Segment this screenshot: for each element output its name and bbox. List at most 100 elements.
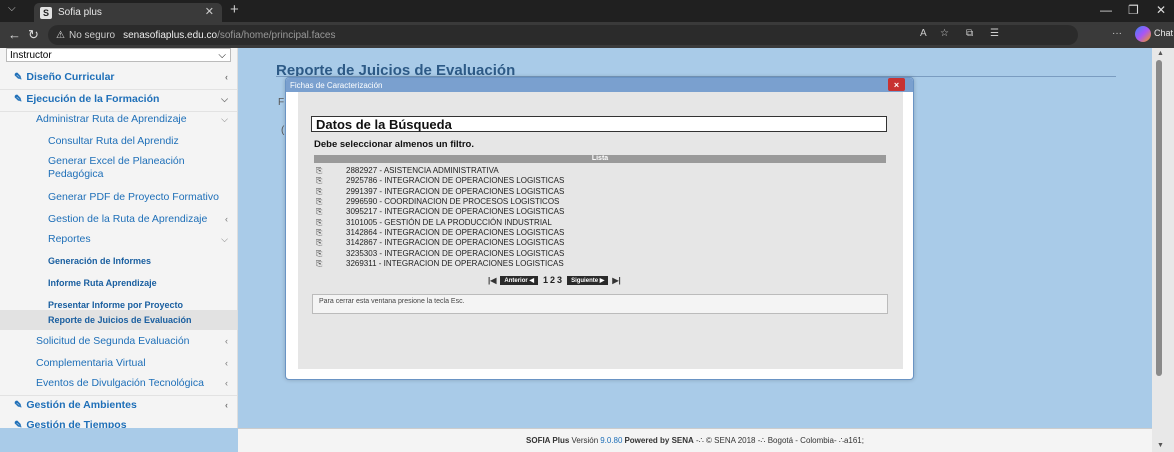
- sidebar-item-complementaria-virtual[interactable]: Complementaria Virtual ‹: [0, 354, 237, 372]
- list-item[interactable]: ⎘ 2996590 - COORDINACION DE PROCESOS LOGI…: [316, 197, 560, 207]
- modal-header[interactable]: Fichas de Caracterización: [286, 78, 913, 92]
- select-record-icon[interactable]: ⎘: [316, 238, 328, 248]
- list-item[interactable]: ⎘ 2882927 - ASISTENCIA ADMINISTRATIVA: [316, 166, 499, 176]
- scrollbar-thumb[interactable]: [1156, 60, 1162, 376]
- sidebar: Instructor ⌵ ✎ Diseño Curricular ‹ ✎ Eje…: [0, 48, 238, 428]
- chevron-down-icon: ⌵: [221, 93, 228, 104]
- last-page-icon[interactable]: ▶|: [612, 276, 620, 285]
- restore-icon[interactable]: ❐: [1128, 3, 1139, 17]
- sidebar-item-gestion-ruta[interactable]: Gestion de la Ruta de Aprendizaje ‹: [0, 210, 237, 228]
- select-record-icon[interactable]: ⎘: [316, 228, 328, 238]
- sidebar-item-generar-pdf[interactable]: Generar PDF de Proyecto Formativo: [0, 188, 237, 206]
- list-item-label: 2991397 - INTEGRACION DE OPERACIONES LOG…: [346, 187, 565, 196]
- favorite-icon[interactable]: ☆: [940, 28, 949, 39]
- list-item[interactable]: ⎘ 3142867 - INTEGRACION DE OPERACIONES LO…: [316, 238, 565, 248]
- edit-icon: ✎: [14, 419, 23, 429]
- sidebar-item-generar-excel[interactable]: Generar Excel de Planeación Pedagógica: [0, 154, 237, 182]
- sidebar-item-segunda-evaluacion[interactable]: Solicitud de Segunda Evaluación ‹: [0, 332, 237, 350]
- sidebar-item-label: Generación de Informes: [48, 256, 152, 266]
- footer-version[interactable]: 9.0.80: [600, 436, 622, 445]
- refresh-icon[interactable]: ↻: [28, 27, 39, 43]
- window-close-icon[interactable]: ✕: [1156, 3, 1166, 17]
- sidebar-item-gestion-ambientes[interactable]: ✎ Gestión de Ambientes ‹: [0, 396, 237, 414]
- back-icon[interactable]: ←: [8, 27, 21, 42]
- sidebar-item-eventos-divulgacion[interactable]: Eventos de Divulgación Tecnológica ‹: [0, 374, 237, 392]
- scroll-down-icon[interactable]: ▼: [1157, 442, 1164, 449]
- first-page-icon[interactable]: |◀: [488, 276, 496, 285]
- list-item[interactable]: ⎘ 3101005 - GESTIÓN DE LA PRODUCCIÓN INDU…: [316, 218, 552, 228]
- list-item-label: 3269311 - INTEGRACION DE OPERACIONES LOG…: [346, 259, 564, 268]
- page: Instructor ⌵ ✎ Diseño Curricular ‹ ✎ Eje…: [0, 48, 1174, 452]
- collections-icon[interactable]: ☰: [990, 28, 999, 39]
- sidebar-item-administrar-ruta[interactable]: Administrar Ruta de Aprendizaje ⌵: [0, 110, 237, 128]
- select-record-icon[interactable]: ⎘: [316, 218, 328, 228]
- prev-page-button[interactable]: Anterior ◀: [500, 275, 539, 285]
- select-record-icon[interactable]: ⎘: [316, 176, 328, 186]
- sidebar-item-reportes[interactable]: Reportes ⌵: [0, 230, 237, 248]
- chevron-left-icon: ‹: [225, 378, 228, 388]
- footer-version-label: Versión: [571, 436, 599, 445]
- sidebar-item-label: Ejecución de la Formación: [26, 93, 160, 105]
- list-item-label: 3142867 - INTEGRACION DE OPERACIONES LOG…: [346, 238, 565, 247]
- page-link[interactable]: 2: [550, 275, 555, 285]
- page-link[interactable]: 3: [557, 275, 562, 285]
- list-item-label: 2996590 - COORDINACION DE PROCESOS LOGIS…: [346, 197, 560, 206]
- sidebar-item-label: Eventos de Divulgación Tecnológica: [36, 377, 204, 389]
- url-path: /sofia/home/principal.faces: [217, 29, 336, 41]
- read-aloud-icon[interactable]: A: [920, 28, 927, 39]
- list-header: Lista: [314, 155, 886, 163]
- sidebar-item-label: Generar PDF de Proyecto Formativo: [48, 191, 219, 203]
- tab-close-icon[interactable]: ✕: [205, 5, 214, 18]
- sidebar-item-ejecucion-formacion[interactable]: ✎ Ejecución de la Formación ⌵: [0, 90, 237, 108]
- split-screen-icon[interactable]: ⧉: [966, 28, 973, 39]
- sidebar-item-label: Gestion de la Ruta de Aprendizaje: [48, 213, 208, 225]
- list-item[interactable]: ⎘ 2925786 - INTEGRACION DE OPERACIONES LO…: [316, 176, 564, 186]
- url-host: senasofiaplus.edu.co: [123, 29, 218, 41]
- new-tab-icon[interactable]: +: [230, 1, 239, 18]
- chevron-left-icon: ‹: [225, 72, 228, 82]
- chat-label[interactable]: Chat: [1154, 28, 1173, 38]
- chevron-down-icon: ⌵: [218, 49, 226, 61]
- sidebar-item-generacion-informes[interactable]: Generación de Informes: [0, 252, 237, 270]
- chevron-down-icon: ⌵: [221, 113, 228, 124]
- scroll-up-icon[interactable]: ▲: [1157, 50, 1164, 57]
- tab-title: Sofia plus: [58, 7, 102, 18]
- page-link[interactable]: 1: [543, 275, 548, 285]
- more-icon[interactable]: ···: [1112, 28, 1122, 39]
- copilot-icon[interactable]: [1135, 26, 1151, 42]
- list-item[interactable]: ⎘ 2991397 - INTEGRACION DE OPERACIONES LO…: [316, 187, 565, 197]
- list-item-label: 3101005 - GESTIÓN DE LA PRODUCCIÓN INDUS…: [346, 218, 552, 227]
- pager: |◀ Anterior ◀ 1 2 3 Siguiente ▶ ▶|: [488, 275, 621, 285]
- list-item-label: 3095217 - INTEGRACION DE OPERACIONES LOG…: [346, 207, 565, 216]
- sidebar-item-informe-ruta[interactable]: Informe Ruta Aprendizaje: [0, 274, 237, 292]
- sidebar-item-label: Solicitud de Segunda Evaluación: [36, 335, 190, 347]
- list-item[interactable]: ⎘ 3142864 - INTEGRACION DE OPERACIONES LO…: [316, 228, 564, 238]
- sidebar-item-gestion-tiempos[interactable]: ✎ Gestión de Tiempos: [0, 418, 237, 429]
- select-record-icon[interactable]: ⎘: [316, 197, 328, 207]
- sidebar-item-label: Informe Ruta Aprendizaje: [48, 278, 157, 288]
- select-record-icon[interactable]: ⎘: [316, 249, 328, 259]
- tab-actions-icon[interactable]: ⌵: [8, 3, 16, 14]
- select-record-icon[interactable]: ⎘: [316, 166, 328, 176]
- list-item[interactable]: ⎘ 3095217 - INTEGRACION DE OPERACIONES LO…: [316, 207, 565, 217]
- sidebar-item-label: Administrar Ruta de Aprendizaje: [36, 113, 187, 125]
- browser-tabbar: ⌵ S Sofia plus ✕ + — ❐ ✕: [0, 0, 1174, 22]
- select-record-icon[interactable]: ⎘: [316, 187, 328, 197]
- next-page-button[interactable]: Siguiente ▶: [567, 275, 609, 285]
- sidebar-item-diseno-curricular[interactable]: ✎ Diseño Curricular ‹: [0, 68, 237, 86]
- select-record-icon[interactable]: ⎘: [316, 207, 328, 217]
- close-icon[interactable]: ×: [888, 78, 905, 91]
- footer-powered: Powered by SENA: [624, 436, 694, 445]
- sidebar-item-reporte-juicios[interactable]: Reporte de Juicios de Evaluación: [0, 310, 237, 330]
- list-item[interactable]: ⎘ 3235303 - INTEGRACION DE OPERACIONES LO…: [316, 249, 564, 259]
- browser-tab[interactable]: S Sofia plus ✕: [34, 3, 222, 22]
- minimize-icon[interactable]: —: [1100, 3, 1112, 17]
- role-select[interactable]: Instructor ⌵: [6, 48, 231, 62]
- chevron-down-icon: ⌵: [221, 233, 228, 244]
- esc-note: Para cerrar esta ventana presione la tec…: [312, 294, 888, 314]
- sidebar-item-label: Diseño Curricular: [26, 71, 115, 83]
- obscured-button[interactable]: (: [281, 125, 284, 136]
- select-record-icon[interactable]: ⎘: [316, 259, 328, 269]
- sidebar-item-consultar-ruta[interactable]: Consultar Ruta del Aprendiz: [0, 132, 237, 150]
- list-item[interactable]: ⎘ 3269311 - INTEGRACION DE OPERACIONES LO…: [316, 259, 564, 269]
